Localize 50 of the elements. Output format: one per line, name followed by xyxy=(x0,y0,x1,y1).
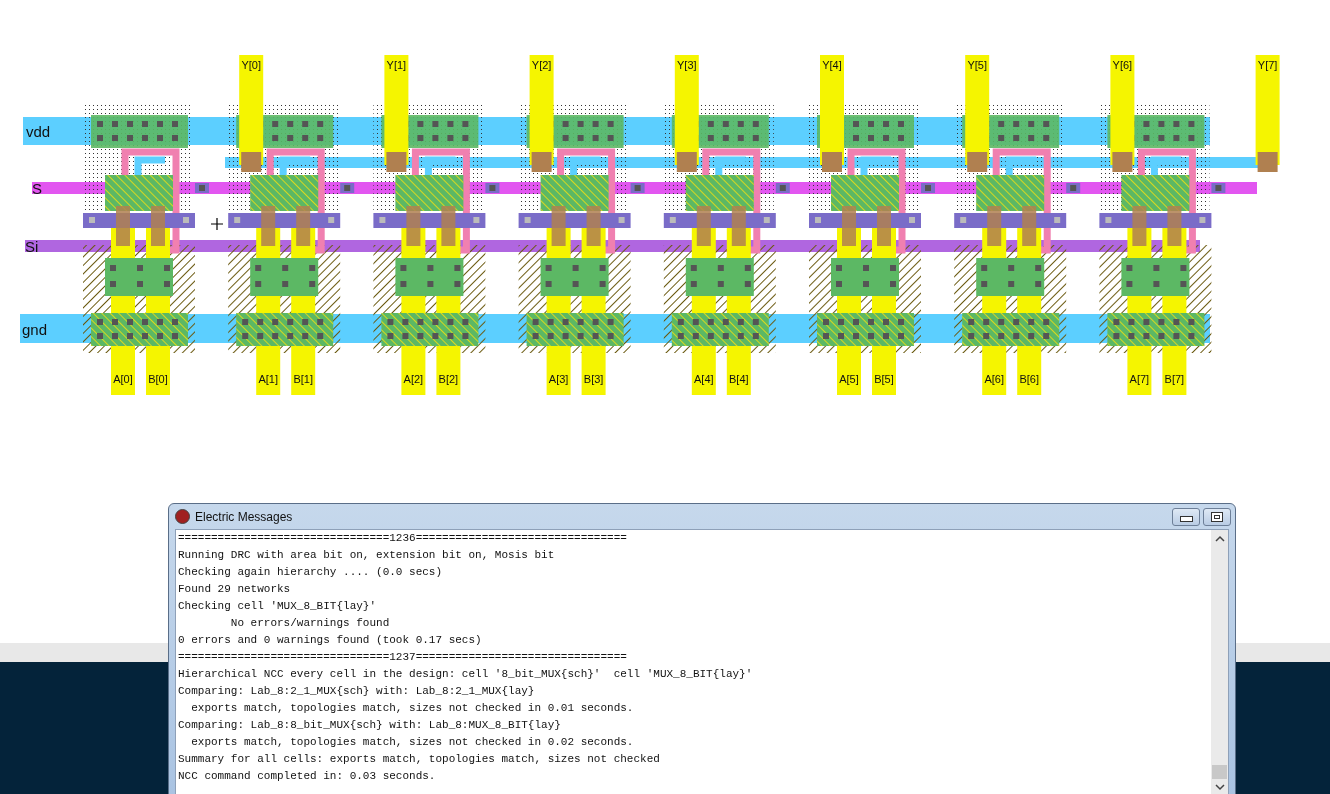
output-label: Y[6] xyxy=(1112,59,1133,71)
input-label: B[1] xyxy=(293,373,313,385)
log-line: Running DRC with area bit on, extension bit on, Mosis bit xyxy=(178,548,556,563)
output-label: Y[7] xyxy=(1257,59,1278,71)
output-label: Y[5] xyxy=(967,59,987,71)
log-line: Comparing: Lab_8:2_1_MUX{sch} with: Lab_8:2_1_MUX{lay} xyxy=(178,684,536,699)
log-line: exports match, topologies match, sizes not checked in 0.01 seconds. xyxy=(190,701,635,716)
output-label: Y[3] xyxy=(677,59,697,71)
log-line: Checking again hierarchy .... (0.0 secs) xyxy=(178,565,444,580)
input-label: B[5] xyxy=(874,373,894,385)
rail-label: vdd xyxy=(26,123,51,140)
log-line: Checking cell 'MUX_8_BIT{lay}' xyxy=(178,599,378,614)
cursor-cross-icon xyxy=(210,217,224,231)
output-label: Y[4] xyxy=(822,59,842,71)
log-line: Comparing: Lab_8:8_bit_MUX{sch} with: Lab_8:MUX_8_BIT{lay} xyxy=(178,718,562,733)
scrollbar[interactable] xyxy=(1211,530,1228,794)
output-label: Y[1] xyxy=(386,59,407,71)
window-title: Electric Messages xyxy=(195,509,293,524)
log-line: Summary for all cells: exports match, topologies match, sizes not checked xyxy=(178,752,661,767)
minimize-button[interactable] xyxy=(1172,507,1200,526)
input-label: A[0] xyxy=(113,373,133,385)
input-label: B[6] xyxy=(1019,373,1039,385)
input-label: A[5] xyxy=(839,373,859,385)
scroll-thumb[interactable] xyxy=(1212,765,1227,779)
maximize-button[interactable] xyxy=(1203,507,1231,526)
log-line: NCC command completed in: 0.03 seconds. xyxy=(178,769,437,784)
input-label: A[7] xyxy=(1129,373,1150,385)
input-label: B[2] xyxy=(438,373,459,385)
app-icon xyxy=(175,509,190,524)
log-line: ================================1237================================ xyxy=(178,650,628,665)
rail-label: S xyxy=(32,180,42,197)
input-label: B[0] xyxy=(148,373,168,385)
log-line: 0 errors and 0 warnings found (took 0.17 secs) xyxy=(178,633,483,648)
output-label: Y[2] xyxy=(531,59,552,71)
input-label: A[2] xyxy=(403,373,424,385)
log-line: exports match, topologies match, sizes not checked in 0.02 seconds. xyxy=(190,735,635,750)
log-line: Hierarchical NCC every cell in the design: cell '8_bit_MUX{sch}' cell 'MUX_8_BIT{lay}' xyxy=(178,667,754,682)
input-label: A[4] xyxy=(694,373,714,385)
output-label: Y[0] xyxy=(241,59,261,71)
log-line: Found 29 networks xyxy=(178,582,292,597)
input-label: B[7] xyxy=(1164,373,1185,385)
log-line: ================================1236================================ xyxy=(178,531,628,546)
input-label: B[3] xyxy=(583,373,604,385)
rail-label: Si xyxy=(25,238,39,255)
input-label: A[6] xyxy=(984,373,1004,385)
input-label: A[3] xyxy=(548,373,569,385)
rail-label: gnd xyxy=(22,321,48,338)
input-label: A[1] xyxy=(258,373,278,385)
input-label: B[4] xyxy=(729,373,749,385)
log-line: No errors/warnings found xyxy=(229,616,391,631)
